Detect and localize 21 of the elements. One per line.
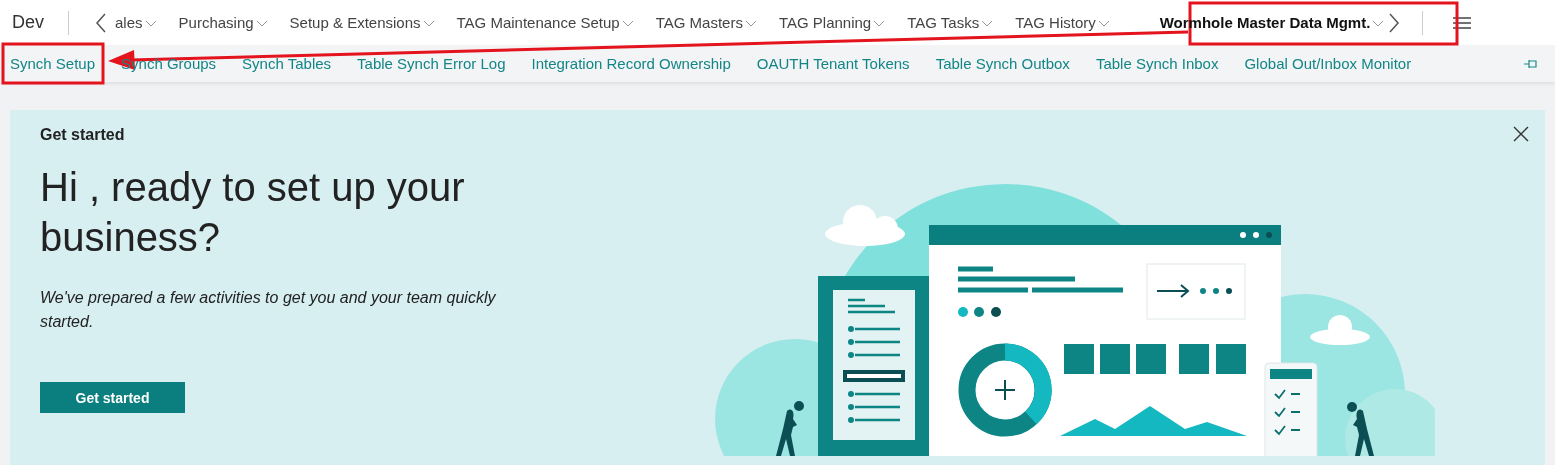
- get-started-button[interactable]: Get started: [40, 382, 185, 413]
- banner-heading: Hi , ready to set up your business?: [40, 164, 466, 261]
- menu-tab[interactable]: ales: [109, 0, 173, 45]
- menu-tab[interactable]: TAG Planning: [772, 0, 902, 45]
- banner-eyebrow: Get started: [40, 126, 126, 144]
- action-link[interactable]: Table Synch Inbox: [1095, 55, 1219, 72]
- menu-tab[interactable]: TAG Masters: [649, 0, 773, 45]
- banner-text: We've prepared a few activities to get you and your team quickly started.: [40, 288, 497, 332]
- action-link[interactable]: Table Synch Error Log: [357, 55, 506, 72]
- menu-tab[interactable]: TAG History: [1009, 0, 1126, 45]
- app-name: Dev: [12, 12, 44, 33]
- action-link[interactable]: Table Synch Outbox: [935, 55, 1070, 72]
- action-link[interactable]: Synch Tables: [242, 55, 332, 72]
- action-link[interactable]: Synch Setup: [10, 55, 96, 72]
- menu-tab[interactable]: Purchasing: [172, 0, 284, 45]
- action-link[interactable]: Integration Record Ownership: [531, 55, 731, 72]
- action-link[interactable]: OAUTH Tenant Tokens: [756, 55, 910, 72]
- menu-tab[interactable]: Setup & Extensions: [283, 0, 451, 45]
- action-link[interactable]: Global Out/Inbox Monitor: [1244, 55, 1412, 72]
- menu-tab[interactable]: TAG Maintenance Setup: [450, 0, 650, 45]
- menu-tab[interactable]: TAG Tasks: [901, 0, 1010, 45]
